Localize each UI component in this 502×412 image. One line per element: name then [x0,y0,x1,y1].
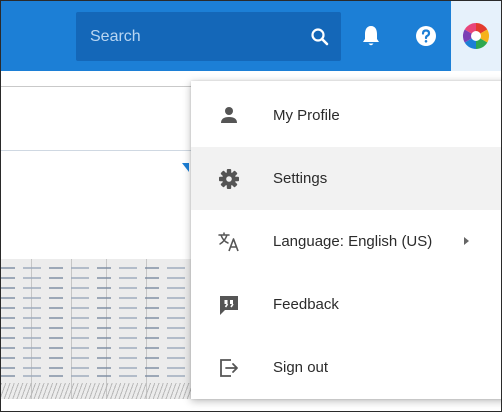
menu-item-label: Feedback [273,296,339,313]
app-window: My Profile Settings [0,0,502,412]
avatar-slot [451,1,501,71]
menu-item-label: My Profile [273,107,340,124]
marker-icon [182,163,189,172]
page-divider [1,86,191,87]
menu-item-sign-out[interactable]: Sign out [191,336,501,399]
app-logo[interactable] [461,21,491,51]
menu-item-language[interactable]: Language: English (US) [191,210,501,273]
menu-item-feedback[interactable]: Feedback [191,273,501,336]
menu-item-my-profile[interactable]: My Profile [191,84,501,147]
user-menu: My Profile Settings Language: English (U… [191,81,501,399]
search-icon[interactable] [308,25,332,49]
help-icon[interactable] [411,21,441,51]
document-thumbnail [1,259,191,399]
person-icon [217,104,241,128]
search-box [76,12,341,61]
gear-icon [217,167,241,191]
page-divider [1,150,191,151]
sign-out-icon [217,356,241,380]
search-input[interactable] [76,12,296,61]
menu-item-label: Sign out [273,359,329,376]
top-bar [1,1,501,71]
chevron-right-icon [464,237,469,245]
menu-item-label: Language: English (US) [273,233,433,250]
translate-icon [217,230,241,254]
bell-icon[interactable] [356,21,386,51]
menu-item-label: Settings [273,170,328,187]
feedback-icon [217,293,241,317]
menu-item-settings[interactable]: Settings [191,147,501,210]
